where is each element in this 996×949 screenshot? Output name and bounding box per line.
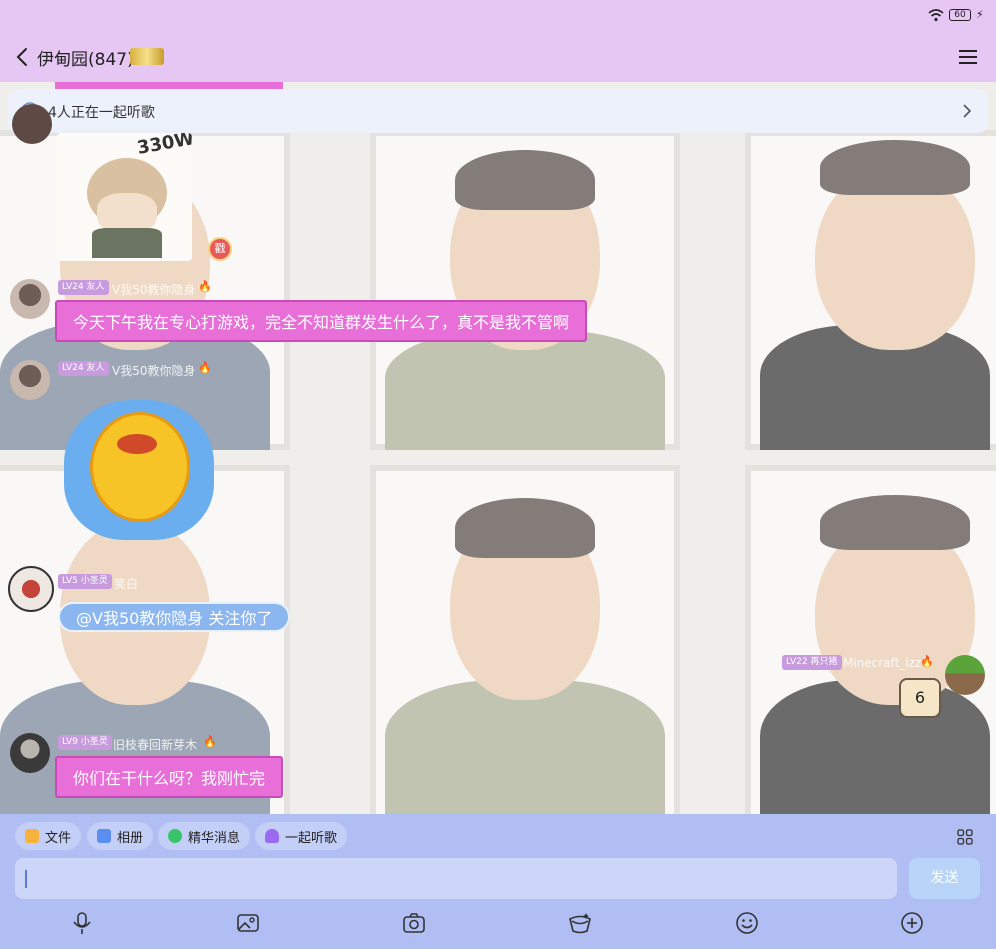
wifi-icon	[928, 9, 944, 22]
album-chip[interactable]: 相册	[87, 822, 154, 850]
flame-icon: 🔥	[920, 655, 934, 668]
menu-icon[interactable]	[958, 48, 978, 66]
chip-label: 文件	[45, 830, 72, 846]
image-icon	[97, 829, 111, 843]
battery-level: 60	[954, 10, 966, 20]
headphones-icon	[265, 829, 279, 843]
sender-nickname: Minecraft_lzz	[843, 656, 922, 670]
charging-icon: ⚡	[976, 8, 984, 21]
flame-icon: 🔥	[198, 361, 212, 374]
avatar[interactable]	[8, 566, 54, 612]
text-caret	[25, 870, 27, 888]
sticker-anime-character[interactable]: 330W	[57, 133, 192, 261]
emoji-icon[interactable]	[734, 910, 760, 936]
folder-icon	[25, 829, 39, 843]
message-bubble[interactable]: @V我50教你隐身 关注你了	[58, 602, 291, 632]
sender-nickname: 旧枝春回新芽木	[113, 738, 198, 752]
back-arrow-icon[interactable]	[12, 46, 34, 68]
level-badge: LV24 友人	[58, 280, 109, 295]
listen-together-chip[interactable]: 一起听歌	[255, 822, 348, 850]
group-title: 伊甸园(847)	[37, 50, 134, 70]
camera-icon[interactable]	[401, 910, 427, 936]
gallery-icon[interactable]	[235, 910, 261, 936]
plus-icon[interactable]	[899, 910, 925, 936]
level-badge: LV24 友人	[58, 361, 109, 376]
group-badge-icon	[130, 48, 164, 65]
file-chip[interactable]: 文件	[15, 822, 82, 850]
chip-label: 相册	[117, 830, 144, 846]
flame-icon: 🔥	[198, 280, 212, 293]
chip-label: 精华消息	[188, 830, 241, 846]
input-panel: 文件 相册 精华消息 一起听歌 发送	[0, 814, 996, 949]
message-input[interactable]	[15, 858, 897, 899]
sender-nickname: V我50教你隐身	[112, 364, 196, 378]
apps-grid-icon[interactable]	[957, 829, 973, 845]
chat-header: 伊甸园(847)	[0, 32, 996, 82]
chevron-right-icon	[963, 104, 972, 118]
avatar[interactable]	[10, 279, 50, 319]
sticker-text: 6	[914, 688, 926, 707]
sender-nickname: V我50教你隐身	[112, 283, 196, 297]
flame-icon: 🔥	[203, 735, 217, 748]
red-packet-icon[interactable]	[567, 910, 593, 936]
highlight-messages-chip[interactable]: 精华消息	[158, 822, 251, 850]
avatar[interactable]	[945, 655, 985, 695]
sender-nickname: 笑白	[114, 577, 139, 591]
battery-icon: 60	[949, 9, 971, 21]
message-bubble[interactable]: 你们在干什么呀？我刚忙完	[55, 756, 284, 798]
status-bar: 60 ⚡	[0, 0, 996, 32]
highlight-icon	[168, 829, 182, 843]
level-badge: LV22 再只猪	[782, 655, 842, 670]
send-button[interactable]: 发送	[909, 858, 980, 899]
chip-label: 一起听歌	[285, 830, 338, 846]
message-bubble-partial	[55, 82, 283, 89]
avatar[interactable]	[12, 104, 52, 144]
avatar[interactable]	[10, 360, 50, 400]
message-bubble[interactable]: 今天下午我在专心打游戏，完全不知道群发生什么了，真不是我不管啊	[55, 300, 588, 342]
microphone-icon[interactable]	[69, 910, 95, 936]
listen-together-bar[interactable]: 4人正在一起听歌	[8, 89, 988, 133]
reaction-icon[interactable]: 戳	[208, 237, 232, 261]
level-badge: LV9 小圣灵	[58, 735, 112, 750]
level-badge: LV5 小圣灵	[58, 574, 112, 589]
avatar[interactable]	[10, 733, 50, 773]
sticker-crying-emoji[interactable]	[62, 392, 218, 544]
listen-together-text: 4人正在一起听歌	[48, 105, 155, 121]
message-sticker-bubble[interactable]: 6	[899, 678, 941, 718]
